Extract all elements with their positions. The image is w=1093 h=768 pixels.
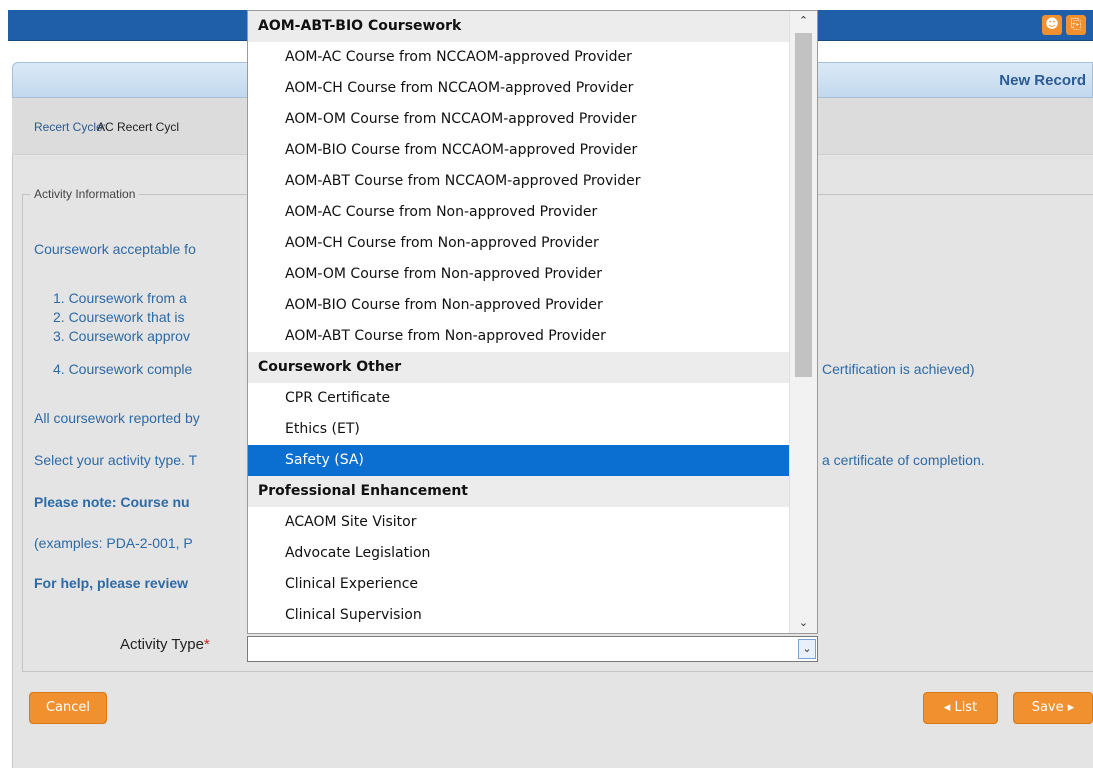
dropdown-group-header: Professional Enhancement <box>248 476 790 507</box>
logout-icon[interactable]: ⎘ <box>1066 15 1086 35</box>
dropdown-option[interactable]: AOM-CH Course from Non-approved Provider <box>248 228 790 259</box>
course-number-note: Please note: Course nu <box>34 494 190 510</box>
save-button[interactable]: Save ▸ <box>1013 692 1093 724</box>
recert-cycle-label: Recert Cycle: <box>34 120 107 134</box>
intro-text: Coursework acceptable fo <box>34 241 196 257</box>
activity-type-label: Activity Type* <box>120 636 210 653</box>
page-title: New Record <box>999 72 1086 89</box>
activity-type-select[interactable]: ⌄ <box>247 636 818 662</box>
dropdown-option[interactable]: AOM-ABT Course from Non-approved Provide… <box>248 321 790 352</box>
dropdown-group-header: Coursework Other <box>248 352 790 383</box>
dropdown-option[interactable]: AOM-OM Course from Non-approved Provider <box>248 259 790 290</box>
dropdown-option[interactable]: AOM-CH Course from NCCAOM-approved Provi… <box>248 73 790 104</box>
dropdown-option[interactable]: CPR Certificate <box>248 383 790 414</box>
activity-type-dropdown-list[interactable]: AOM-ABT-BIO Coursework AOM-AC Course from… <box>247 10 818 634</box>
dropdown-option[interactable]: Ethics (ET) <box>248 414 790 445</box>
user-icon[interactable]: ☻ <box>1042 15 1062 35</box>
dropdown-option[interactable]: Safety (SA) <box>248 445 790 476</box>
help-text: For help, please review <box>34 575 189 591</box>
dropdown-scrollbar[interactable]: ⌃ ⌄ <box>789 11 817 633</box>
dropdown-option[interactable]: Clinical Experience <box>248 569 790 600</box>
required-mark: * <box>203 636 210 653</box>
dropdown-option[interactable]: AOM-ABT Course from NCCAOM-approved Prov… <box>248 166 790 197</box>
list-item: 4. Coursework comple <box>53 361 193 377</box>
list-item: 1. Coursework from a <box>53 290 187 306</box>
recert-cycle-value: AC Recert Cycl <box>97 120 180 134</box>
dropdown-option[interactable]: AOM-BIO Course from Non-approved Provide… <box>248 290 790 321</box>
dropdown-option[interactable]: Clinical Supervision <box>248 600 790 631</box>
dropdown-option[interactable]: AOM-BIO Course from NCCAOM-approved Prov… <box>248 135 790 166</box>
list-item-tail: Certification is achieved) <box>822 361 975 377</box>
list-button[interactable]: ◂ List <box>923 692 998 724</box>
activity-information-legend: Activity Information <box>30 187 140 201</box>
dropdown-option[interactable]: AOM-AC Course from NCCAOM-approved Provi… <box>248 42 790 73</box>
select-instruction-tail: a certificate of completion. <box>822 452 985 468</box>
examples-text: (examples: PDA-2-001, P <box>34 535 193 551</box>
coursework-note: All coursework reported by <box>34 410 200 426</box>
cancel-button[interactable]: Cancel <box>29 692 107 724</box>
dropdown-option[interactable]: AOM-AC Course from Non-approved Provider <box>248 197 790 228</box>
scroll-down-icon[interactable]: ⌄ <box>790 613 817 633</box>
scroll-up-icon[interactable]: ⌃ <box>790 11 817 31</box>
dropdown-option[interactable]: AOM-OM Course from NCCAOM-approved Provi… <box>248 104 790 135</box>
select-instruction: Select your activity type. T <box>34 452 198 468</box>
dropdown-options: AOM-ABT-BIO Coursework AOM-AC Course from… <box>248 11 790 631</box>
dropdown-group-header: AOM-ABT-BIO Coursework <box>248 11 790 42</box>
dropdown-option[interactable]: ACAOM Site Visitor <box>248 507 790 538</box>
list-item: 3. Coursework approv <box>53 328 190 344</box>
list-item: 2. Coursework that is <box>53 309 185 325</box>
chevron-down-icon[interactable]: ⌄ <box>798 639 816 659</box>
dropdown-option[interactable]: Advocate Legislation <box>248 538 790 569</box>
scrollbar-thumb[interactable] <box>795 33 812 377</box>
activity-type-label-text: Activity Type <box>120 636 204 653</box>
